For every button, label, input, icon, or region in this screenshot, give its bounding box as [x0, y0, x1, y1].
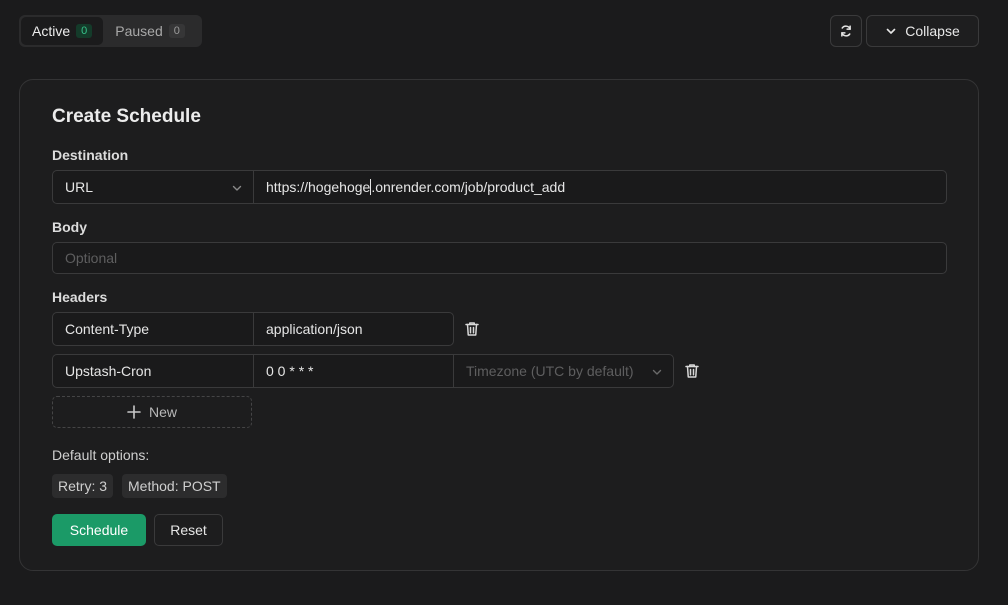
cron-value-input[interactable]: 0 0 * * * — [253, 354, 454, 388]
url-text-after-cursor: .onrender.com/job/product_add — [371, 179, 566, 195]
refresh-icon — [841, 25, 851, 37]
destination-url-input[interactable]: https://hogehoge .onrender.com/job/produc… — [253, 170, 947, 204]
trash-icon[interactable] — [683, 362, 701, 380]
plus-icon — [127, 405, 141, 419]
destination-label: Destination — [52, 147, 129, 163]
add-header-button[interactable]: New — [52, 396, 252, 428]
retry-chip: Retry: 3 — [52, 474, 114, 498]
destination-type-value: URL — [65, 179, 94, 195]
method-chip: Method: POST — [122, 474, 227, 498]
collapse-label: Collapse — [905, 23, 960, 39]
tab-paused[interactable]: Paused 0 — [103, 17, 197, 45]
chevron-down-icon — [652, 369, 662, 375]
destination-type-select[interactable]: URL — [52, 170, 254, 204]
header-value-input[interactable]: application/json — [253, 312, 454, 346]
header-key-input[interactable]: Upstash-Cron — [52, 354, 254, 388]
headers-label: Headers — [52, 289, 108, 305]
tab-paused-count: 0 — [168, 24, 185, 38]
body-placeholder: Optional — [65, 250, 118, 266]
tab-active-label: Active — [32, 23, 71, 39]
body-label: Body — [52, 219, 87, 235]
reset-button[interactable]: Reset — [154, 514, 223, 546]
trash-icon[interactable] — [463, 320, 481, 338]
page-title: Create Schedule — [52, 106, 201, 127]
default-options-label: Default options: — [52, 447, 150, 463]
tab-active-count: 0 — [76, 24, 93, 38]
header-value-value: application/json — [266, 321, 363, 337]
cron-value: 0 0 * * * — [266, 363, 314, 379]
create-schedule-card: Create Schedule Destination URL https://… — [19, 79, 979, 571]
tab-active[interactable]: Active 0 — [21, 17, 104, 45]
timezone-select[interactable]: Timezone (UTC by default) — [453, 354, 674, 388]
status-tabs: Active 0 Paused 0 — [19, 15, 202, 47]
header-key-value: Content-Type — [65, 321, 150, 337]
header-key-input[interactable]: Content-Type — [52, 312, 254, 346]
url-text-before-cursor: https://hogehoge — [266, 179, 371, 195]
add-header-label: New — [148, 404, 177, 420]
refresh-button[interactable] — [830, 15, 862, 47]
collapse-button[interactable]: Collapse — [866, 15, 979, 47]
chevron-down-icon — [886, 28, 896, 34]
timezone-placeholder: Timezone (UTC by default) — [466, 363, 634, 379]
header-key-value: Upstash-Cron — [65, 363, 152, 379]
schedule-button[interactable]: Schedule — [52, 514, 146, 546]
tab-paused-label: Paused — [115, 23, 163, 39]
chevron-down-icon — [232, 185, 242, 191]
body-input[interactable]: Optional — [52, 242, 947, 274]
